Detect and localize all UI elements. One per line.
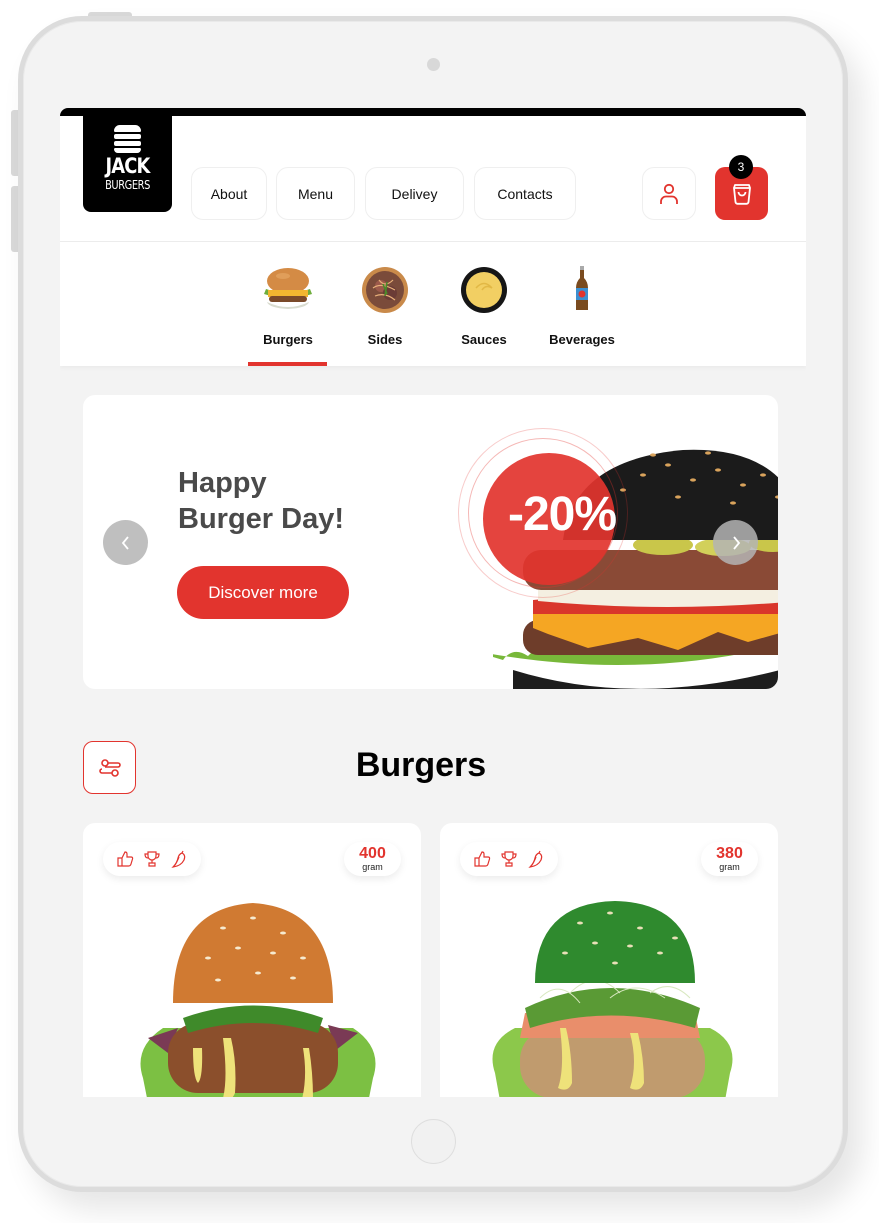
weight-value: 380 xyxy=(716,845,743,862)
tab-sauces[interactable]: Sauces xyxy=(444,242,524,366)
logo-text-jack: JACK xyxy=(105,154,150,178)
chevron-left-icon xyxy=(121,535,129,550)
nav-menu[interactable]: Menu xyxy=(276,167,355,220)
weight-badge: 400 gram xyxy=(344,842,401,876)
nav-contacts[interactable]: Contacts xyxy=(474,167,576,220)
category-tabs: Burgers Sides Sauces Beverages xyxy=(60,242,806,366)
front-camera xyxy=(427,58,440,71)
burger-logo-icon xyxy=(114,125,141,153)
banner-title-line2: Burger Day! xyxy=(178,503,344,535)
carousel-next-button[interactable] xyxy=(713,520,758,565)
tab-beverages[interactable]: Beverages xyxy=(542,242,622,366)
salad-bowl-image xyxy=(362,267,408,313)
tab-sides[interactable]: Sides xyxy=(345,242,425,366)
screen: JACK BURGERS About Menu Delivey Contacts… xyxy=(60,108,806,1097)
discover-more-button[interactable]: Discover more xyxy=(177,566,349,619)
weight-badge: 380 gram xyxy=(701,842,758,876)
chili-pepper-icon xyxy=(528,850,543,868)
tab-label: Sides xyxy=(367,332,403,347)
thumbs-up-icon xyxy=(117,851,133,867)
trophy-icon xyxy=(144,851,160,867)
top-bar xyxy=(60,108,806,116)
green-bun-burger-image xyxy=(492,901,733,1097)
trophy-icon xyxy=(501,851,517,867)
sesame-burger-image xyxy=(140,903,376,1097)
burger-image xyxy=(264,268,312,309)
thumbs-up-icon xyxy=(474,851,490,867)
banner-title-line1: Happy xyxy=(178,467,267,499)
chili-pepper-icon xyxy=(171,850,186,868)
product-badges xyxy=(460,842,558,876)
account-button[interactable] xyxy=(642,167,696,220)
carousel-prev-button[interactable] xyxy=(103,520,148,565)
section-title: Burgers xyxy=(355,746,487,784)
discount-label: -20% xyxy=(508,488,617,541)
promo-banner: Happy Burger Day! Discover more -20% xyxy=(83,395,778,689)
shopping-bag-icon xyxy=(732,183,751,205)
tab-label: Sauces xyxy=(461,332,507,347)
nav-delivery[interactable]: Delivey xyxy=(365,167,464,220)
bottle-image xyxy=(576,266,588,310)
weight-value: 400 xyxy=(359,845,386,862)
tab-label: Burgers xyxy=(263,332,313,347)
weight-unit: gram xyxy=(719,862,740,872)
home-button[interactable] xyxy=(411,1119,456,1164)
banner-title: Happy Burger Day! xyxy=(178,465,344,537)
header: JACK BURGERS About Menu Delivey Contacts… xyxy=(60,116,806,242)
chevron-right-icon xyxy=(732,535,740,550)
product-card[interactable]: 380 gram xyxy=(440,823,778,1097)
sauce-bowl-image xyxy=(461,267,507,313)
tab-burgers[interactable]: Burgers xyxy=(248,242,328,366)
logo-text-burgers: BURGERS xyxy=(105,178,150,192)
product-badges xyxy=(103,842,201,876)
product-card[interactable]: 400 gram xyxy=(83,823,421,1097)
cart-count-badge: 3 xyxy=(729,155,753,179)
logo[interactable]: JACK BURGERS xyxy=(83,116,172,212)
active-tab-indicator xyxy=(248,362,327,366)
tab-label: Beverages xyxy=(549,332,615,347)
nav-about[interactable]: About xyxy=(191,167,267,220)
weight-unit: gram xyxy=(362,862,383,872)
user-icon xyxy=(660,183,678,204)
